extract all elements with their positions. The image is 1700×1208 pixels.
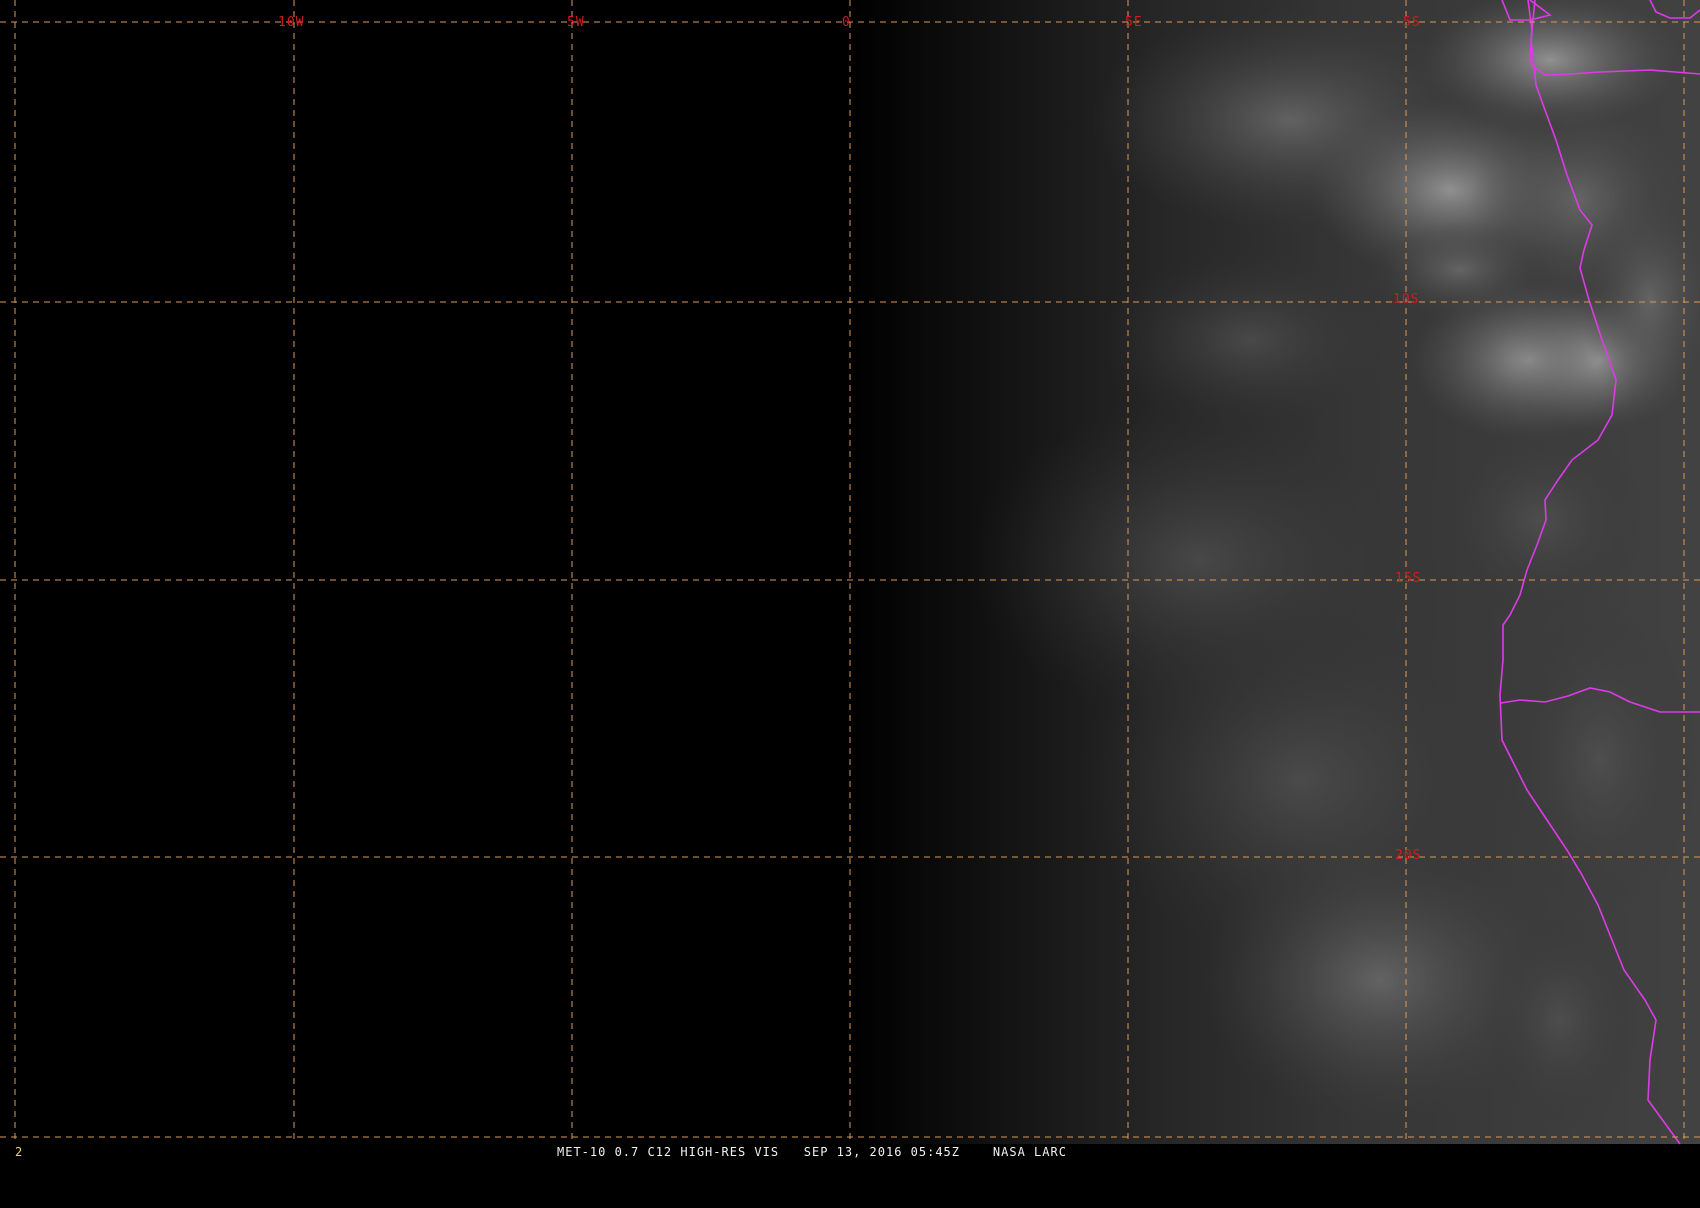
lat-label-15s: 15S: [1395, 571, 1421, 586]
frame-number: 2: [15, 1145, 24, 1159]
lon-label-5w: 5W: [567, 15, 585, 30]
satellite-image[interactable]: 10W 5W 0 5E 5S 10S 15S 20S: [0, 0, 1700, 1144]
status-bar: 2 MET-10 0.7 C12 HIGH-RES VIS SEP 13, 20…: [0, 1144, 1700, 1160]
lon-label-10w: 10W: [278, 15, 304, 30]
lon-label-0: 0: [842, 15, 851, 30]
lat-label-5s: 5S: [1403, 15, 1421, 30]
lat-label-10s: 10S: [1393, 292, 1419, 307]
satellite-map-viewer[interactable]: 10W 5W 0 5E 5S 10S 15S 20S 2 MET-10 0.7 …: [0, 0, 1700, 1160]
image-caption: MET-10 0.7 C12 HIGH-RES VIS SEP 13, 2016…: [557, 1145, 1067, 1159]
lon-label-5e: 5E: [1125, 15, 1143, 30]
lat-label-20s: 20S: [1395, 848, 1421, 863]
